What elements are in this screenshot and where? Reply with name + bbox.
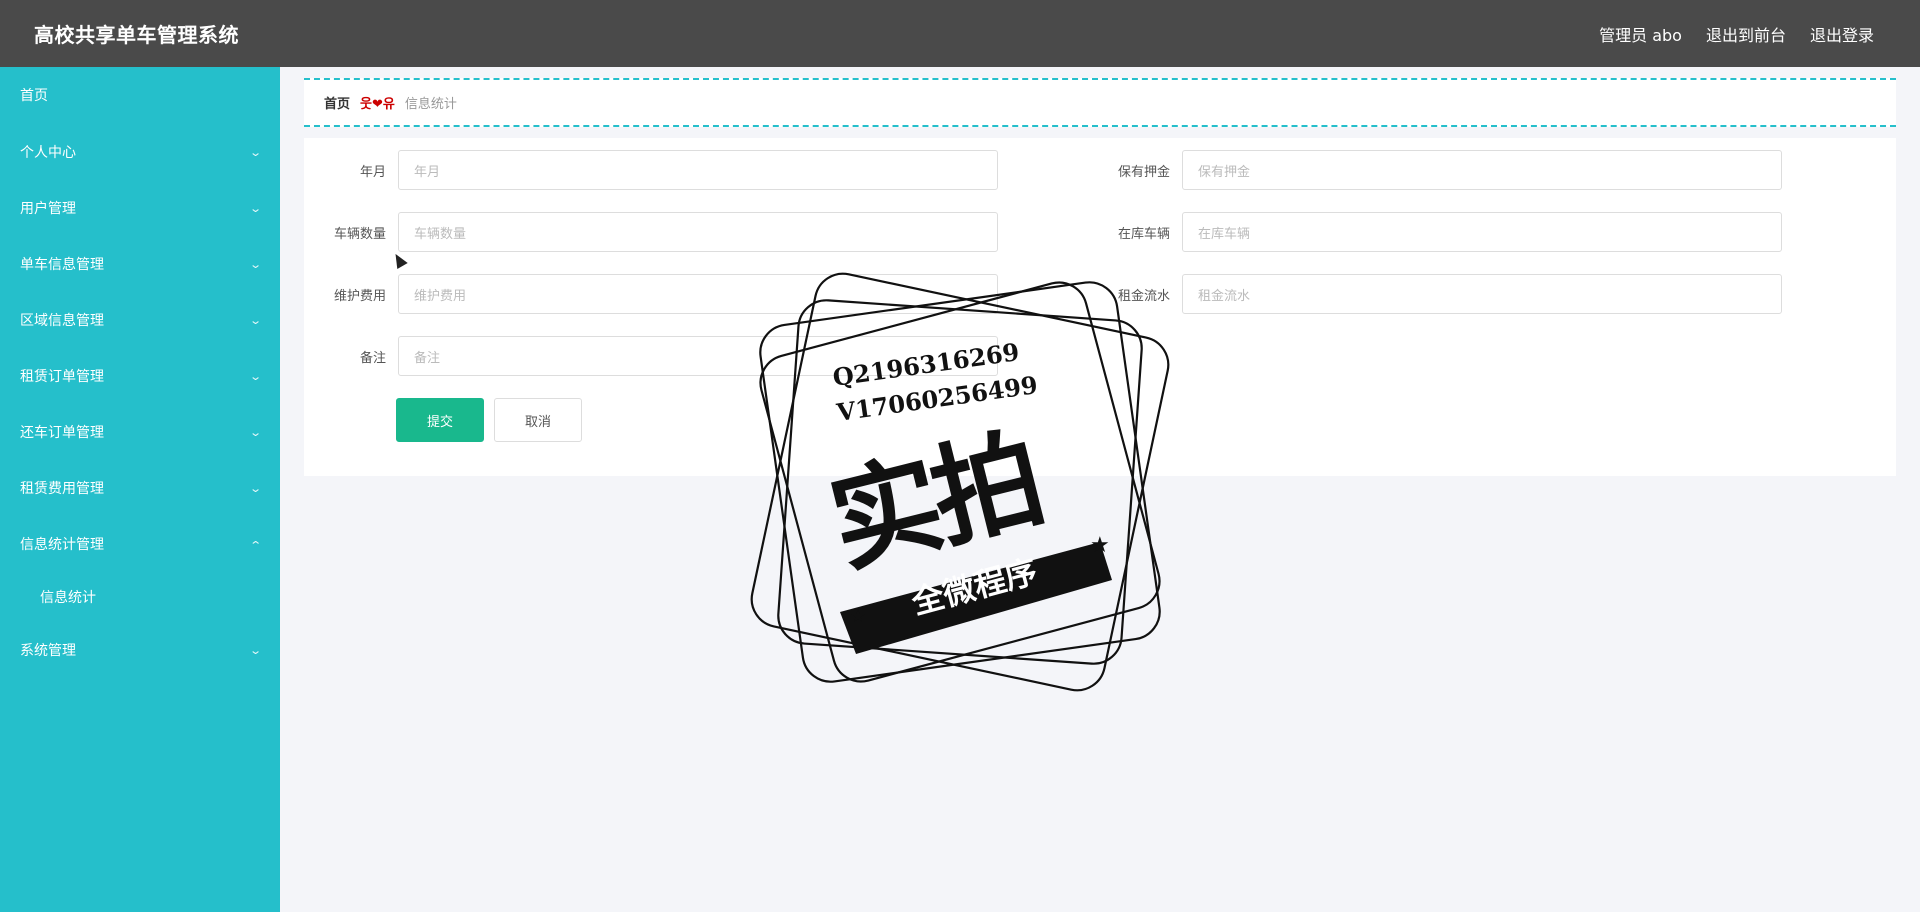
app-title: 高校共享单车管理系统 [34,23,239,47]
svg-text:★: ★ [1090,533,1110,558]
sidebar-item-label: 单车信息管理 [20,257,104,273]
breadcrumb-home[interactable]: 首页 [324,93,350,112]
sidebar-item-personal-center[interactable]: 个人中心 ⌄ [0,132,280,172]
field-label: 在库车辆 [1117,226,1170,242]
maintenance-fee-input[interactable]: 维护费用 [398,274,998,314]
rent-flow-input[interactable]: 租金流水 [1182,274,1782,314]
sidebar-item-label: 首页 [20,88,48,104]
submit-button[interactable]: 提交 [396,398,484,442]
sidebar-item-home[interactable]: 首页 [0,75,280,115]
breadcrumb-separator: 웃❤유 [360,97,395,112]
sidebar-item-return-orders[interactable]: 还车订单管理 ⌄ [0,412,280,452]
chevron-down-icon: ⌄ [248,201,262,215]
field-label: 备注 [359,350,386,366]
sidebar-item-bike-info[interactable]: 单车信息管理 ⌄ [0,244,280,284]
svg-text:★: ★ [850,606,866,627]
breadcrumb: 首页 웃❤유 信息统计 [304,78,1896,127]
cancel-button[interactable]: 取消 [494,398,582,442]
chevron-down-icon: ⌄ [248,369,262,383]
sidebar-item-label: 个人中心 [20,145,76,161]
sidebar-item-label: 系统管理 [20,643,76,659]
sidebar-item-rental-fees[interactable]: 租赁费用管理 ⌄ [0,468,280,508]
sidebar-item-area-info[interactable]: 区域信息管理 ⌄ [0,300,280,340]
field-label: 保有押金 [1117,164,1170,180]
sidebar-item-user-management[interactable]: 用户管理 ⌄ [0,188,280,228]
field-deposit: 保有押金 保有押金 [1102,150,1782,190]
in-stock-input[interactable]: 在库车辆 [1182,212,1782,252]
chevron-up-icon: ⌄ [248,537,262,551]
sidebar-item-system-management[interactable]: 系统管理 ⌄ [0,630,280,670]
sidebar-item-label: 用户管理 [20,201,76,217]
field-maintenance-fee: 维护费用 维护费用 [318,274,998,314]
field-vehicle-count: 车辆数量 车辆数量 [318,212,998,252]
sidebar-item-label: 信息统计 [40,590,96,606]
chevron-down-icon: ⌄ [248,257,262,271]
field-remarks: 备注 备注 [318,336,998,376]
admin-user-label: 管理员 abo [1599,25,1682,45]
field-label: 维护费用 [333,288,386,304]
field-label: 车辆数量 [333,226,386,242]
remarks-input[interactable]: 备注 [398,336,998,376]
field-label: 年月 [359,164,386,180]
chevron-down-icon: ⌄ [248,425,262,439]
chevron-down-icon: ⌄ [248,481,262,495]
sidebar-item-label: 租赁费用管理 [20,481,104,497]
sidebar-nav: 首页 个人中心 ⌄ 用户管理 ⌄ 单车信息管理 ⌄ 区域信息管理 ⌄ 租赁订单管… [0,67,280,912]
sidebar-item-label: 区域信息管理 [20,313,104,329]
sidebar-item-label: 租赁订单管理 [20,369,104,385]
sidebar-item-statistics-management[interactable]: 信息统计管理 ⌄ [0,524,280,564]
statistics-form: 年月 年月 保有押金 保有押金 车辆数量 车辆数量 在库车辆 在库车辆 维护费用… [304,138,1896,476]
sidebar-item-label: 还车订单管理 [20,425,104,441]
exit-to-front-link[interactable]: 退出到前台 [1706,22,1786,46]
sidebar-item-label: 信息统计管理 [20,537,104,553]
sidebar-item-rental-orders[interactable]: 租赁订单管理 ⌄ [0,356,280,396]
chevron-down-icon: ⌄ [248,145,262,159]
header-actions: 管理员 abo 退出到前台 退出登录 [1599,22,1874,46]
field-in-stock: 在库车辆 在库车辆 [1102,212,1782,252]
top-header: 高校共享单车管理系统 管理员 abo 退出到前台 退出登录 [0,0,1920,67]
field-rent-flow: 租金流水 租金流水 [1102,274,1782,314]
stamp-ribbon-text: 全微程序 [907,552,1042,622]
field-label: 租金流水 [1117,288,1170,304]
sidebar-item-statistics[interactable]: 信息统计 [0,577,280,617]
year-month-input[interactable]: 年月 [398,150,998,190]
logout-link[interactable]: 退出登录 [1810,22,1874,46]
breadcrumb-current: 信息统计 [404,97,457,112]
vehicle-count-input[interactable]: 车辆数量 [398,212,998,252]
chevron-down-icon: ⌄ [248,643,262,657]
field-year-month: 年月 年月 [318,150,998,190]
chevron-down-icon: ⌄ [248,313,262,327]
deposit-input[interactable]: 保有押金 [1182,150,1782,190]
